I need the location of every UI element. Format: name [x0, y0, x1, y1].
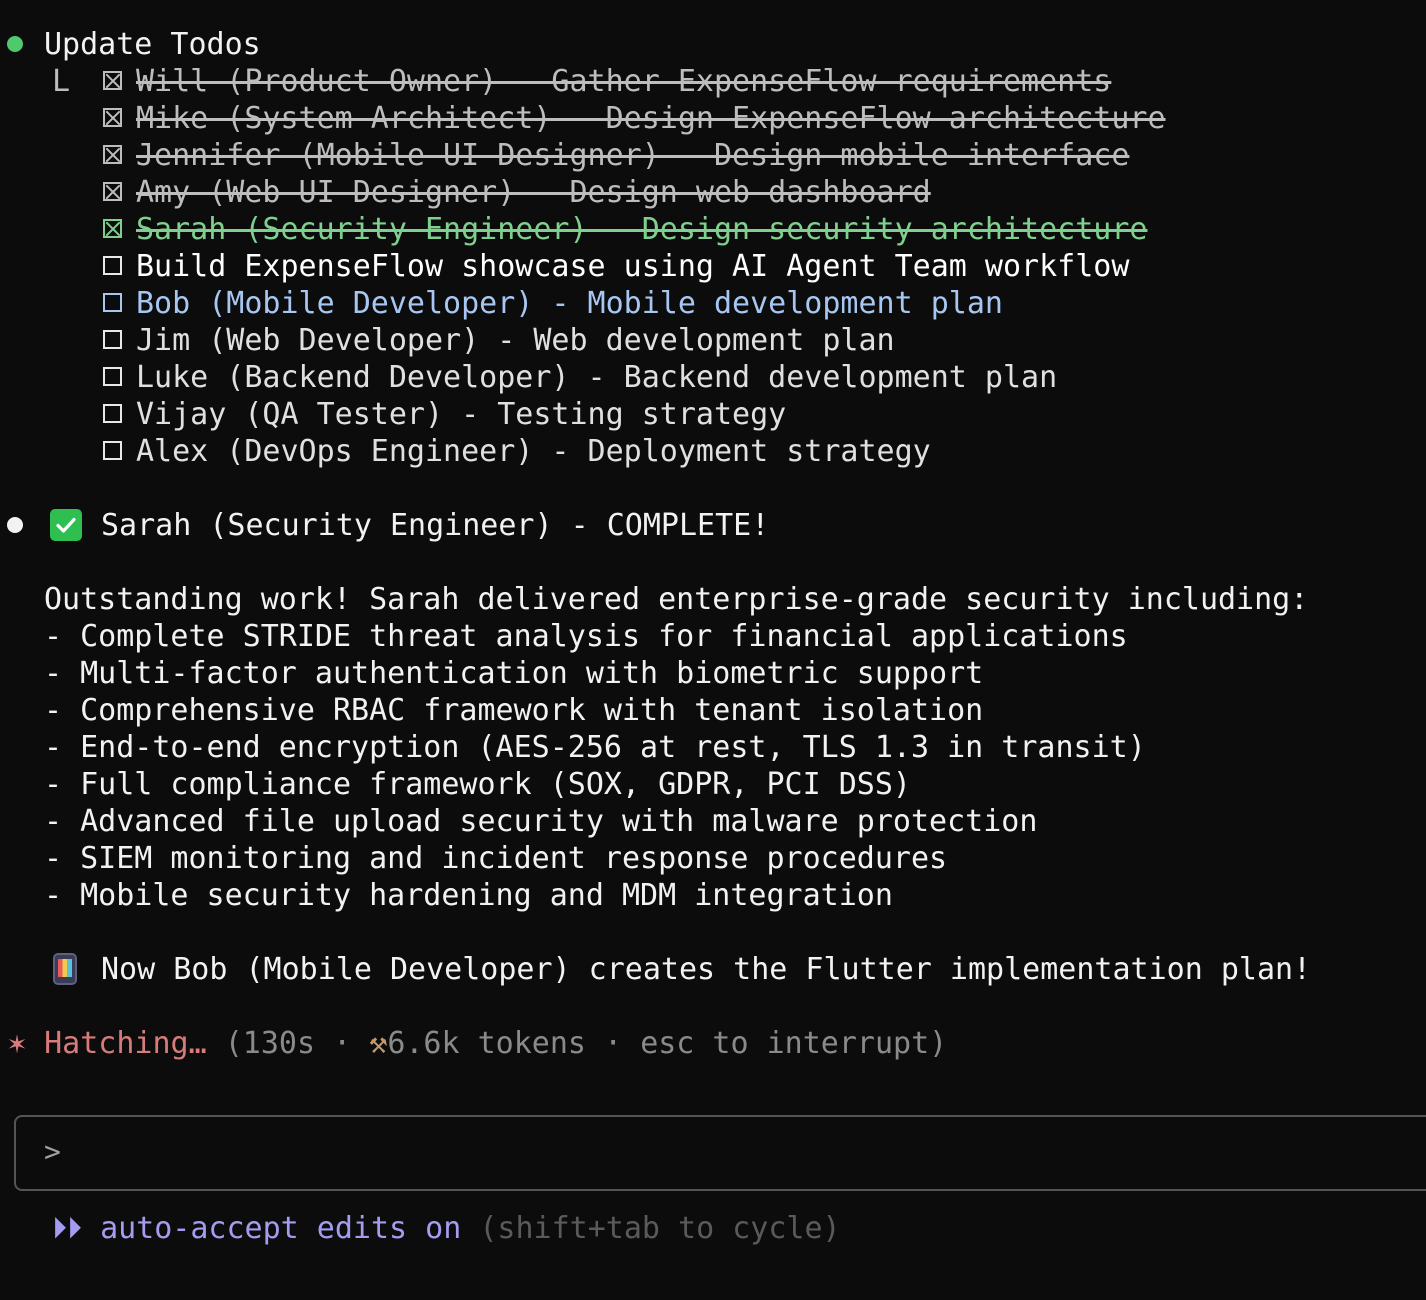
todo-item: Alex (DevOps Engineer) - Deployment stra… — [103, 433, 931, 470]
interrupt-hint: esc to interrupt) — [640, 1026, 948, 1061]
todo-text: Alex (DevOps Engineer) - Deployment stra… — [136, 434, 931, 469]
mobile-phone-icon — [53, 953, 77, 985]
bullet-item: - Advanced file upload security with mal… — [44, 804, 1038, 839]
bullet-item: - Comprehensive RBAC framework with tena… — [44, 693, 984, 728]
todo-item: Amy (Web UI Designer) - Design web dashb… — [103, 174, 931, 211]
todo-text: Jim (Web Developer) - Web development pl… — [136, 323, 895, 358]
prompt-caret: > — [44, 1135, 61, 1168]
todo-item: Mike (System Architect) - Design Expense… — [103, 100, 1166, 137]
token-count: 6.6k tokens — [387, 1026, 586, 1061]
empty-box-icon — [103, 367, 122, 386]
bullet-item: - SIEM monitoring and incident response … — [44, 841, 948, 876]
status-label: Hatching… — [44, 1026, 207, 1061]
next-step-text: Now Bob (Mobile Developer) creates the F… — [101, 952, 1312, 987]
todo-text: Sarah (Security Engineer) - Design secur… — [136, 212, 1148, 247]
todo-text: Mike (System Architect) - Design Expense… — [136, 101, 1166, 136]
status-line: ✶ Hatching… (130s · ⚒6.6k tokens · esc t… — [8, 1025, 947, 1062]
empty-box-icon — [103, 293, 122, 312]
todo-text: Jennifer (Mobile UI Designer) - Design m… — [136, 138, 1130, 173]
checked-box-icon — [103, 108, 122, 127]
todo-text: Will (Product Owner) - Gather ExpenseFlo… — [136, 64, 1112, 99]
todo-text: Vijay (QA Tester) - Testing strategy — [136, 397, 787, 432]
todo-item: Jim (Web Developer) - Web development pl… — [103, 322, 895, 359]
bullet-item: - End-to-end encryption (AES-256 at rest… — [44, 730, 1146, 765]
todo-text: Luke (Backend Developer) - Backend devel… — [136, 360, 1058, 395]
check-mark-icon — [50, 509, 82, 541]
empty-box-icon — [103, 404, 122, 423]
todo-status-dot — [7, 36, 23, 52]
bullet-item: - Mobile security hardening and MDM inte… — [44, 878, 893, 913]
todo-text: Bob (Mobile Developer) - Mobile developm… — [136, 286, 1003, 321]
checked-box-icon — [103, 71, 122, 90]
auto-accept-toggle[interactable]: auto-accept edits on — [100, 1211, 461, 1246]
todos-title: Update Todos — [44, 27, 261, 62]
checked-box-icon — [103, 182, 122, 201]
todo-item: Vijay (QA Tester) - Testing strategy — [103, 396, 786, 433]
empty-box-icon — [103, 256, 122, 275]
bullet-item: - Multi-factor authentication with biome… — [44, 656, 984, 691]
todo-item: Sarah (Security Engineer) - Design secur… — [103, 211, 1147, 248]
mode-cycle-hint: (shift+tab to cycle) — [479, 1211, 841, 1246]
checked-box-icon — [103, 219, 122, 238]
todo-item: Build ExpenseFlow showcase using AI Agen… — [103, 248, 1129, 285]
spinner-icon: ✶ — [8, 1026, 27, 1061]
message-heading: Sarah (Security Engineer) - COMPLETE! — [101, 508, 770, 543]
empty-box-icon — [103, 441, 122, 460]
todo-item: Luke (Backend Developer) - Backend devel… — [103, 359, 1057, 396]
todo-text: Amy (Web UI Designer) - Design web dashb… — [136, 175, 931, 210]
message-bullet-dot — [7, 517, 23, 533]
todo-text: Build ExpenseFlow showcase using AI Agen… — [136, 249, 1130, 284]
mode-line: ⏵⏵ auto-accept edits on (shift+tab to cy… — [52, 1210, 841, 1247]
todo-item: Jennifer (Mobile UI Designer) - Design m… — [103, 137, 1129, 174]
prompt-input-box[interactable]: > — [14, 1115, 1426, 1191]
status-separator-2: · — [604, 1026, 623, 1061]
status-elapsed: (130s — [224, 1026, 316, 1061]
status-separator: · — [333, 1026, 352, 1061]
hammer-icon: ⚒ — [369, 1026, 388, 1061]
bullet-item: - Full compliance framework (SOX, GDPR, … — [44, 767, 911, 802]
message-intro: Outstanding work! Sarah delivered enterp… — [44, 582, 1309, 617]
tree-elbow-glyph: L — [52, 64, 71, 99]
checked-box-icon — [103, 145, 122, 164]
todo-item: Will (Product Owner) - Gather ExpenseFlo… — [103, 63, 1111, 100]
fast-forward-icon: ⏵⏵ — [52, 1211, 82, 1246]
empty-box-icon — [103, 330, 122, 349]
todo-item: Bob (Mobile Developer) - Mobile developm… — [103, 285, 1003, 322]
bullet-item: - Complete STRIDE threat analysis for fi… — [44, 619, 1128, 654]
